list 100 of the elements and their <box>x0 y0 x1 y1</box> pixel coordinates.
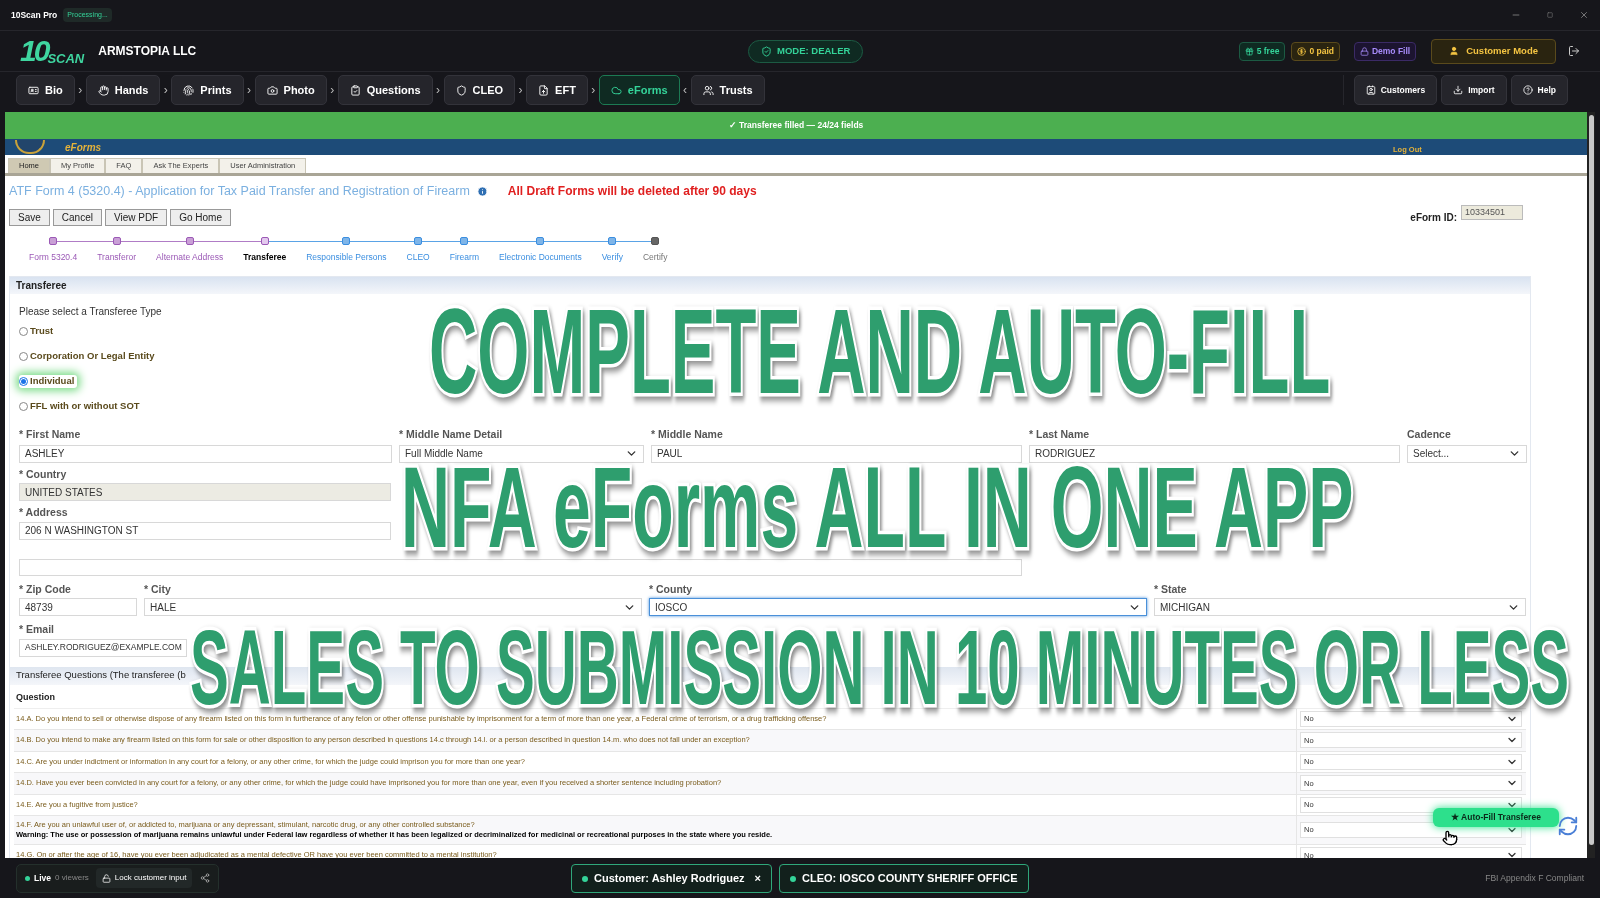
nav-step-button[interactable]: Prints <box>171 75 244 105</box>
nav-step-button[interactable]: Hands <box>85 75 161 105</box>
select-field[interactable]: HALE <box>144 598 642 616</box>
step-label[interactable]: Responsible Persons <box>296 251 397 264</box>
form-button[interactable]: View PDF <box>104 208 168 226</box>
cleo-chip: CLEO: IOSCO COUNTY SHERIFF OFFICE <box>779 864 1029 893</box>
eform-id-label: eForm ID: <box>1410 210 1457 225</box>
nav-step-button[interactable]: CLEO <box>443 75 516 105</box>
select-field[interactable]: Full Middle Name <box>399 444 644 463</box>
nav-step-button[interactable]: eForms <box>598 75 680 105</box>
app-title: 10Scan Pro <box>11 8 58 22</box>
field-label: * Middle Name Detail <box>399 429 504 440</box>
radio-option[interactable]: FFL with or without SOT <box>19 400 140 413</box>
radio-option[interactable]: Corporation Or Legal Entity <box>19 350 155 363</box>
input-field[interactable]: ASHLEY.RODRIGUEZ@EXAMPLE.COM <box>19 638 187 657</box>
select-field[interactable]: Select... <box>1407 444 1527 463</box>
info-icon[interactable] <box>476 185 488 197</box>
radio-button[interactable] <box>19 327 28 336</box>
input-field[interactable]: ASHLEY <box>19 444 392 463</box>
close-icon[interactable] <box>1579 10 1589 20</box>
customer-chip: Customer: Ashley Rodriguez × <box>571 864 772 893</box>
field-label: * Address <box>19 507 69 518</box>
step-separator: › <box>517 82 524 99</box>
step-label[interactable]: Firearm <box>439 251 489 264</box>
select-field[interactable]: IOSCO <box>649 598 1147 616</box>
draft-warning: All Draft Forms will be deleted after 90 days <box>507 183 757 200</box>
credit-badge: 5 free <box>1238 41 1286 61</box>
form-button[interactable]: Save <box>9 208 50 226</box>
toolbar-button[interactable]: Import <box>1441 75 1507 105</box>
nav-step-button[interactable]: Bio <box>16 75 75 105</box>
eform-id-field: 10334501 <box>1461 205 1523 220</box>
input-field[interactable]: UNITED STATES <box>19 483 391 501</box>
remove-chip-button[interactable]: × <box>754 870 761 887</box>
field-label: * County <box>649 583 694 594</box>
company-name: ARMSTOPIA LLC <box>98 43 197 60</box>
nav-icon <box>538 84 550 96</box>
badge-icon <box>1244 46 1254 56</box>
recaptcha-icon <box>1557 815 1579 837</box>
radio-button[interactable] <box>19 352 28 361</box>
step-separator: › <box>329 82 336 99</box>
step-label[interactable]: Transferee <box>233 251 297 264</box>
autofill-button[interactable]: ★ Auto-Fill Transferee <box>1433 808 1559 827</box>
step-label[interactable]: Certify <box>632 251 678 264</box>
eforms-brand: eForms <box>65 140 102 155</box>
radio-button[interactable] <box>19 377 28 386</box>
headline-text: NFA eForms ALL IN ONE APP <box>401 464 1354 550</box>
field-label: Cadence <box>1407 429 1452 440</box>
share-icon[interactable] <box>200 873 211 883</box>
toolbar-button[interactable]: Help <box>1510 75 1568 105</box>
input-field[interactable]: PAUL <box>651 444 1022 463</box>
input-field[interactable]: 206 N WASHINGTON ST <box>19 521 391 540</box>
form-button[interactable]: Cancel <box>52 208 102 226</box>
step-label[interactable]: Alternate Address <box>146 251 234 264</box>
credit-badge: 0 paid <box>1291 41 1340 61</box>
nav-icon <box>349 84 361 96</box>
toolbar-icon <box>1365 85 1376 95</box>
field-label: * Middle Name <box>651 429 724 440</box>
radio-option[interactable]: Trust <box>19 325 54 338</box>
nav-step-button[interactable]: EFT <box>526 75 588 105</box>
app-logo: 10SCAN <box>20 36 85 66</box>
step-label[interactable]: Electronic Documents <box>488 251 592 264</box>
seal-icon <box>15 140 45 154</box>
toolbar-button[interactable]: Customers <box>1353 75 1438 105</box>
viewer-count: 0 viewers <box>55 872 89 884</box>
section-header: Transferee <box>10 277 1530 294</box>
field-label: * Country <box>19 468 68 479</box>
radio-option[interactable]: Individual <box>19 375 78 388</box>
badge-icon <box>1297 46 1307 56</box>
address-line-field[interactable] <box>19 558 1022 576</box>
badge-icon <box>1359 46 1369 56</box>
nav-step-button[interactable]: Questions <box>337 75 433 105</box>
nav-step-button[interactable]: Photo <box>254 75 327 105</box>
user-icon <box>1449 46 1460 56</box>
step-separator: › <box>590 82 597 99</box>
nav-icon <box>702 84 714 96</box>
headline-text: COMPLETE AND AUTO-FILL <box>429 306 1331 396</box>
nav-step-button[interactable]: Trusts <box>690 75 765 105</box>
input-field[interactable]: 48739 <box>19 598 137 616</box>
select-field[interactable]: MICHIGAN <box>1154 598 1526 616</box>
lock-input-button[interactable]: Lock customer input <box>95 868 193 888</box>
nav-icon <box>183 84 195 96</box>
form-button[interactable]: Go Home <box>170 208 231 226</box>
shield-icon <box>761 46 772 57</box>
compliance-note: FBI Appendix F Compliant <box>1485 871 1584 885</box>
step-label[interactable]: Verify <box>591 251 633 264</box>
step-label[interactable]: Transferor <box>87 251 147 264</box>
logout-icon[interactable] <box>1568 45 1580 57</box>
step-separator: ‹ <box>682 82 689 99</box>
step-label[interactable]: Form 5320.4 <box>19 251 88 264</box>
nav-icon <box>610 84 622 96</box>
scrollbar[interactable] <box>1587 112 1595 858</box>
success-banner: ✓ Transferee filled — 24/24 fields <box>5 112 1587 139</box>
maximize-icon[interactable] <box>1547 12 1553 18</box>
input-field[interactable]: RODRIGUEZ <box>1029 444 1400 463</box>
radio-button[interactable] <box>19 402 28 411</box>
headline-text: SALES TO SUBMISSION IN 10 MINUTES OR LESS <box>190 628 1570 707</box>
field-label: * Last Name <box>1029 429 1091 440</box>
customer-mode-button[interactable]: Customer Mode <box>1431 38 1556 64</box>
step-label[interactable]: CLEO <box>396 251 440 264</box>
mode-pill: MODE: DEALER <box>748 40 864 63</box>
